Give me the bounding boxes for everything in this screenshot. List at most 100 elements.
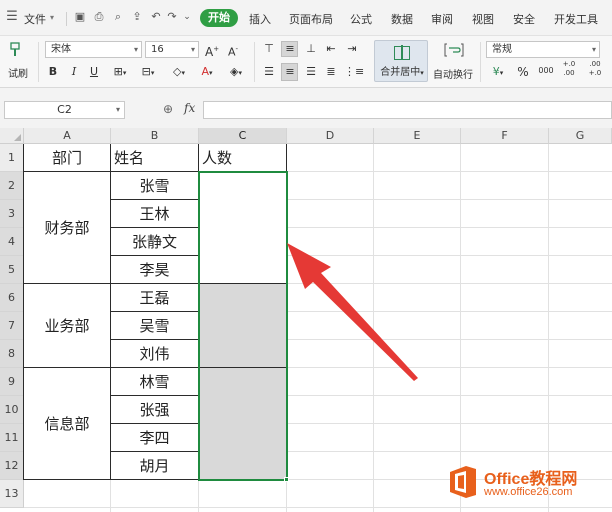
name-cell[interactable]: 吴雪 xyxy=(111,312,199,340)
distributed-icon[interactable]: ⋮≡ xyxy=(344,64,364,80)
format-painter-label[interactable]: 试刷 xyxy=(8,65,28,80)
increase-font-icon[interactable]: A+ xyxy=(205,41,219,59)
menu-separator xyxy=(66,12,67,26)
number-format-select[interactable]: 常规 ▾ xyxy=(486,41,600,58)
column-header-d[interactable]: D xyxy=(287,128,374,144)
italic-icon[interactable]: I xyxy=(68,64,80,80)
tab-security[interactable]: 安全 xyxy=(513,11,535,27)
wrap-text-icon[interactable] xyxy=(444,42,464,58)
tab-page-layout[interactable]: 页面布局 xyxy=(289,11,333,27)
align-center-icon[interactable]: ≡ xyxy=(283,64,297,80)
save-icon[interactable]: ▣ xyxy=(74,11,86,23)
column-header-b[interactable]: B xyxy=(111,128,199,144)
percent-icon[interactable]: % xyxy=(516,64,530,80)
increase-decimal-icon[interactable]: +.0 .00 xyxy=(559,60,579,80)
wrap-text-label[interactable]: 自动换行 xyxy=(433,66,473,81)
justify-icon[interactable]: ≣ xyxy=(323,64,339,80)
count-cell[interactable] xyxy=(199,368,287,480)
align-top-icon[interactable]: ⊤ xyxy=(262,41,276,57)
department-cell[interactable]: 业务部 xyxy=(24,284,111,368)
name-cell[interactable]: 张强 xyxy=(111,396,199,424)
column-header-e[interactable]: E xyxy=(374,128,461,144)
column-header-f[interactable]: F xyxy=(461,128,549,144)
function-icon[interactable]: fx xyxy=(184,101,195,115)
row-header-2[interactable]: 2 xyxy=(0,172,24,200)
font-size-select[interactable]: 16 ▾ xyxy=(145,41,199,58)
name-box[interactable]: C2 ▾ xyxy=(4,101,125,119)
name-cell[interactable]: 刘伟 xyxy=(111,340,199,368)
zoom-icon[interactable]: ⊕ xyxy=(163,102,173,116)
name-cell[interactable]: 王林 xyxy=(111,200,199,228)
department-cell[interactable]: 财务部 xyxy=(24,172,111,284)
borders-icon[interactable]: ⊞▾ xyxy=(110,64,130,80)
name-cell[interactable]: 李昊 xyxy=(111,256,199,284)
tab-home[interactable]: 开始 xyxy=(200,9,238,27)
row-header-6[interactable]: 6 xyxy=(0,284,24,312)
font-name-select[interactable]: 宋体 ▾ xyxy=(45,41,142,58)
row-header-5[interactable]: 5 xyxy=(0,256,24,284)
decrease-indent-icon[interactable]: ⇤ xyxy=(323,41,339,57)
tab-formulas[interactable]: 公式 xyxy=(350,11,372,27)
row-header-13[interactable]: 13 xyxy=(0,480,24,508)
table-border-left xyxy=(23,144,24,480)
name-cell[interactable]: 张静文 xyxy=(111,228,199,256)
row-header-9[interactable]: 9 xyxy=(0,368,24,396)
print-preview-icon[interactable]: ⌕ xyxy=(112,11,124,23)
align-left-icon[interactable]: ☰ xyxy=(262,64,276,80)
merge-center-button[interactable]: 合并居中▾ xyxy=(374,40,428,82)
header-cell-name[interactable]: 姓名 xyxy=(111,144,199,172)
currency-icon[interactable]: ¥▾ xyxy=(488,64,508,80)
thousands-separator-icon[interactable]: 000 xyxy=(537,63,555,79)
tab-data[interactable]: 数据 xyxy=(391,11,413,27)
tab-view[interactable]: 视图 xyxy=(472,11,494,27)
align-bottom-icon[interactable]: ⊥ xyxy=(304,41,318,57)
fill-color-icon[interactable]: ◇▾ xyxy=(168,64,190,80)
name-cell[interactable]: 胡月 xyxy=(111,452,199,480)
row-header-8[interactable]: 8 xyxy=(0,340,24,368)
department-cell[interactable]: 信息部 xyxy=(24,368,111,480)
align-right-icon[interactable]: ☰ xyxy=(304,64,318,80)
row-header-7[interactable]: 7 xyxy=(0,312,24,340)
file-dropdown-icon[interactable]: ▾ xyxy=(50,13,54,22)
customize-toolbar-icon[interactable]: ⌄ xyxy=(181,11,193,23)
tab-insert[interactable]: 插入 xyxy=(249,11,271,27)
row-header-10[interactable]: 10 xyxy=(0,396,24,424)
name-cell[interactable]: 李四 xyxy=(111,424,199,452)
name-cell[interactable]: 林雪 xyxy=(111,368,199,396)
count-cell[interactable] xyxy=(199,284,287,368)
bold-icon[interactable]: B xyxy=(47,64,59,80)
file-menu[interactable]: 文件 xyxy=(24,11,46,27)
tab-review[interactable]: 审阅 xyxy=(431,11,453,27)
header-cell-dept[interactable]: 部门 xyxy=(24,144,111,172)
header-cell-count[interactable]: 人数 xyxy=(199,144,287,172)
row-header-12[interactable]: 12 xyxy=(0,452,24,480)
name-cell[interactable]: 张雪 xyxy=(111,172,199,200)
fill-style-icon[interactable]: ⊟▾ xyxy=(138,64,158,80)
decrease-decimal-icon[interactable]: .00 +.0 xyxy=(585,60,605,80)
redo-icon[interactable]: ↷ xyxy=(166,11,178,23)
select-all-corner[interactable] xyxy=(0,128,24,144)
column-header-c[interactable]: C xyxy=(199,128,287,144)
undo-icon[interactable]: ↶ xyxy=(150,11,162,23)
clear-format-icon[interactable]: ◈▾ xyxy=(226,64,246,80)
font-color-icon[interactable]: A▾ xyxy=(197,64,217,80)
underline-icon[interactable]: U xyxy=(88,64,100,80)
increase-indent-icon[interactable]: ⇥ xyxy=(344,41,360,57)
row-header-3[interactable]: 3 xyxy=(0,200,24,228)
row-header-1[interactable]: 1 xyxy=(0,144,24,172)
column-header-a[interactable]: A xyxy=(24,128,111,144)
print-icon[interactable]: ⎙ xyxy=(93,11,105,23)
name-cell[interactable]: 王磊 xyxy=(111,284,199,312)
count-cell[interactable] xyxy=(199,172,287,284)
export-icon[interactable]: ⇪ xyxy=(131,11,143,23)
tab-developer[interactable]: 开发工具 xyxy=(554,11,598,27)
row-header-4[interactable]: 4 xyxy=(0,228,24,256)
align-middle-icon[interactable]: ≡ xyxy=(283,41,297,57)
hamburger-menu-icon[interactable]: ☰ xyxy=(6,10,18,23)
formula-input[interactable] xyxy=(203,101,612,119)
format-painter-icon[interactable] xyxy=(8,42,22,58)
fill-handle[interactable] xyxy=(284,477,289,482)
row-header-11[interactable]: 11 xyxy=(0,424,24,452)
decrease-font-icon[interactable]: A- xyxy=(226,41,240,59)
column-header-g[interactable]: G xyxy=(549,128,612,144)
